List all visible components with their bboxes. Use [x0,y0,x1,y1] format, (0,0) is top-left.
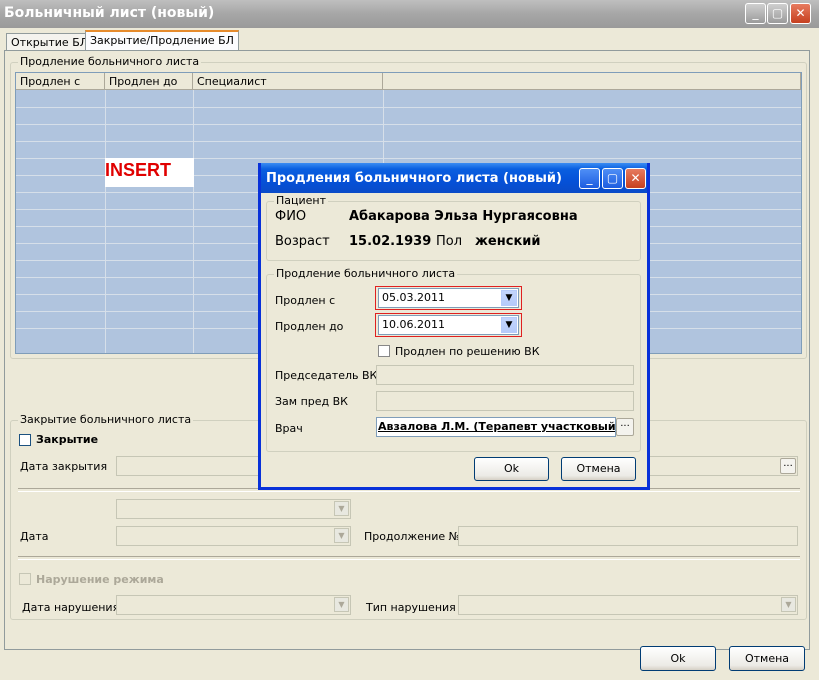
extension-dialog: Продления больничного листа (новый) _ ▢ … [258,163,650,490]
continuation-label: Продолжение № [364,530,461,543]
minimize-icon[interactable]: _ [745,3,766,24]
grid-row-line [16,141,801,142]
violation-type-select[interactable]: ▼ [458,595,798,615]
tab-closing-extension-label: Закрытие/Продление БЛ [90,34,234,47]
violation-date-select[interactable]: ▼ [116,595,351,615]
violation-checkbox[interactable] [19,573,31,585]
chevron-down-icon[interactable]: ▼ [501,290,517,306]
date-select[interactable]: ▼ [116,526,351,546]
column-header-from[interactable]: Продлен с [16,73,105,90]
age-value: 15.02.1939 [349,234,432,249]
doctor-label: Врач [275,422,303,435]
maximize-icon[interactable]: ▢ [767,3,788,24]
extension-group-legend: Продление больничного листа [18,55,202,68]
chair-label: Председатель ВК [275,369,378,382]
to-date-value: 10.06.2011 [382,318,445,331]
fio-value: Абакарова Эльза Нургаясовна [349,209,578,224]
chevron-down-icon[interactable]: ▼ [501,317,517,333]
dialog-close-icon[interactable]: ✕ [625,168,646,189]
chevron-down-icon: ▼ [334,501,349,516]
dialog-cancel-button[interactable]: Отмена [561,457,636,481]
doctor-field[interactable]: Авзалова Л.М. (Терапевт участковый) [376,417,616,437]
chair-field[interactable] [376,365,634,385]
ok-button[interactable]: Ok [640,646,716,671]
dialog-extension-legend: Продление больничного листа [274,267,458,280]
from-date-value: 05.03.2011 [382,291,445,304]
cancel-button[interactable]: Отмена [729,646,805,671]
grid-row-line [16,107,801,108]
tab-opening[interactable]: Открытие БЛ [6,33,94,51]
close-date-ellipsis-button[interactable]: ... [780,458,796,474]
close-icon[interactable]: ✕ [790,3,811,24]
deputy-label: Зам пред ВК [275,395,348,408]
closing-checkbox[interactable] [19,434,31,446]
window-title: Больничный лист (новый) [4,5,215,21]
fio-label: ФИО [275,209,307,224]
dialog-ok-button[interactable]: Ok [474,457,549,481]
sex-label: Пол [436,234,463,249]
window-title-bar[interactable]: Больничный лист (новый) [0,0,819,28]
patient-group-legend: Пациент [274,194,329,207]
dialog-minimize-icon[interactable]: _ [579,168,600,189]
grid-row-line [16,124,801,125]
violation-date-label: Дата нарушения [22,601,120,614]
vk-checkbox[interactable] [378,345,390,357]
column-header-to[interactable]: Продлен до [105,73,193,90]
closing-checkbox-label: Закрытие [36,433,99,446]
from-label: Продлен с [275,294,336,307]
vk-checkbox-label: Продлен по решению ВК [395,345,540,358]
close-date-label: Дата закрытия [20,460,108,473]
tab-closing-extension[interactable]: Закрытие/Продление БЛ [85,30,239,51]
from-date-select[interactable]: 05.03.2011 ▼ [378,288,519,308]
to-date-select[interactable]: 10.06.2011 ▼ [378,315,519,335]
date-label: Дата [20,530,49,543]
doctor-value: Авзалова Л.М. (Терапевт участковый) [378,420,616,433]
dialog-title: Продления больничного листа (новый) [266,171,562,186]
extra-select[interactable]: ▼ [116,499,351,519]
dialog-maximize-icon[interactable]: ▢ [602,168,623,189]
grid-col-line [105,90,106,353]
chevron-down-icon: ▼ [334,597,349,612]
grid-col-line [193,90,194,353]
chevron-down-icon: ▼ [334,528,349,543]
column-header-empty [383,73,801,90]
continuation-field[interactable] [458,526,798,546]
doctor-ellipsis-button[interactable]: ... [616,418,634,436]
chevron-down-icon: ▼ [781,597,796,612]
separator [18,556,800,560]
to-label: Продлен до [275,320,344,333]
age-label: Возраст [275,234,330,249]
violation-checkbox-label: Нарушение режима [36,573,164,586]
closing-group-legend: Закрытие больничного листа [18,413,194,426]
column-header-specialist[interactable]: Специалист [193,73,383,90]
tab-opening-label: Открытие БЛ [11,36,89,49]
insert-indicator: INSERT [105,158,194,187]
deputy-field[interactable] [376,391,634,411]
sex-value: женский [475,234,541,249]
violation-type-label: Тип нарушения [366,601,456,614]
